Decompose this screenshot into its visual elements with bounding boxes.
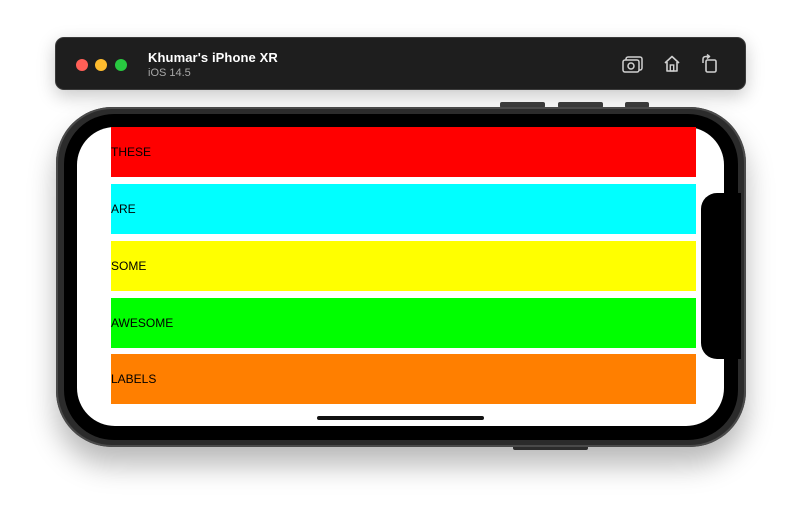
screenshot-button[interactable]	[622, 53, 644, 75]
simulator-stage: Khumar's iPhone XR iOS 14.5 THESE ARE SO…	[0, 0, 801, 528]
simulator-title-bar[interactable]: Khumar's iPhone XR iOS 14.5	[55, 37, 746, 90]
label-text: ARE	[111, 202, 136, 216]
window-zoom-button[interactable]	[115, 59, 127, 71]
device-notch	[701, 193, 741, 359]
screenshot-icon	[622, 56, 643, 73]
window-close-button[interactable]	[76, 59, 88, 71]
label-labels: LABELS	[111, 354, 696, 404]
home-icon	[664, 55, 680, 72]
device-name: Khumar's iPhone XR	[148, 50, 278, 65]
label-text: THESE	[111, 145, 152, 159]
os-version: iOS 14.5	[148, 67, 191, 79]
rotate-button[interactable]	[699, 53, 721, 75]
label-text: LABELS	[111, 372, 157, 386]
label-these: THESE	[111, 127, 696, 177]
label-awesome: AWESOME	[111, 298, 696, 348]
label-some: SOME	[111, 241, 696, 291]
home-button[interactable]	[661, 53, 683, 75]
label-are: ARE	[111, 184, 696, 234]
label-text: AWESOME	[111, 316, 174, 330]
home-indicator[interactable]	[317, 416, 484, 420]
window-minimize-button[interactable]	[95, 59, 107, 71]
label-text: SOME	[111, 259, 147, 273]
rotate-icon	[702, 54, 717, 73]
